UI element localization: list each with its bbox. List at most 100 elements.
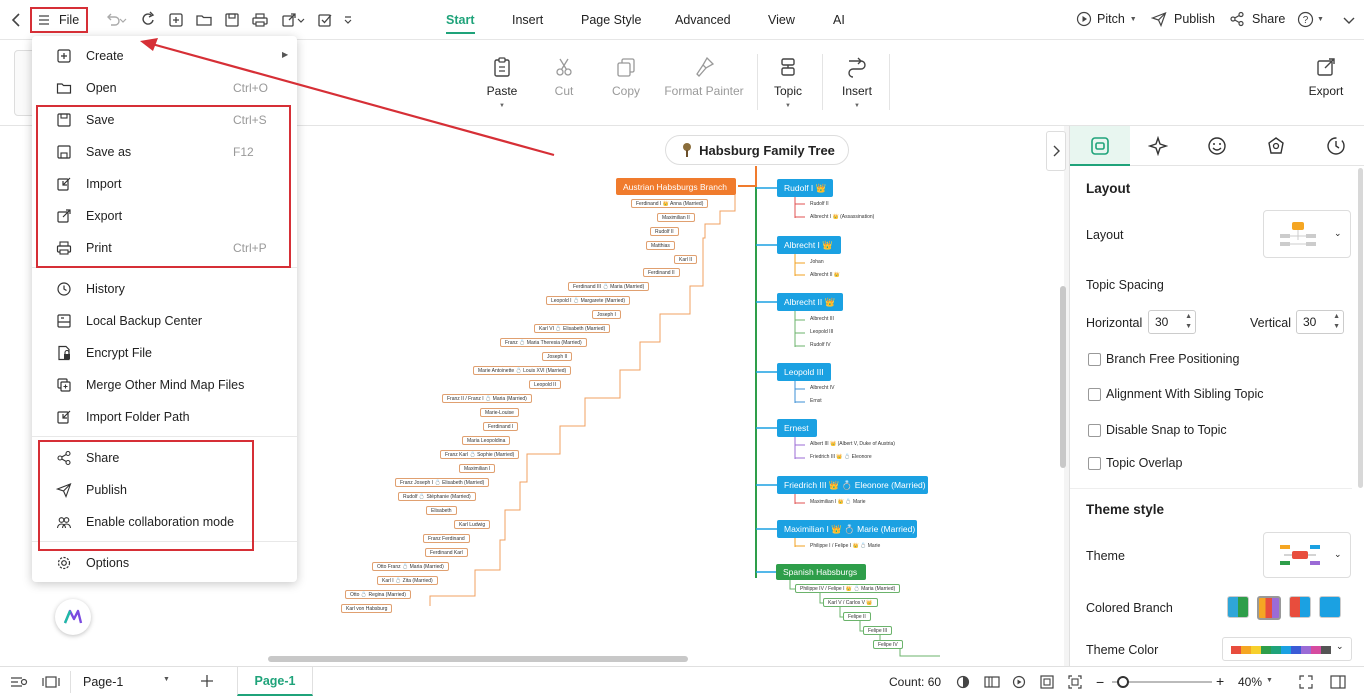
- left-leaf[interactable]: Karl VI 💍 Elisabeth (Married): [534, 324, 611, 333]
- help-button[interactable]: ? ▼: [1297, 11, 1324, 28]
- left-leaf[interactable]: Maria Leopoldina: [462, 436, 511, 445]
- menu-item-local-backup-center[interactable]: Local Backup Center: [32, 307, 297, 335]
- leaf-rudolf-iv[interactable]: Rudolf IV: [810, 342, 831, 348]
- export-icon[interactable]: [280, 11, 298, 29]
- pitch-button[interactable]: Pitch ▼: [1076, 11, 1137, 27]
- zoom-out-icon[interactable]: −: [1096, 674, 1104, 690]
- collapse-panel-icon[interactable]: [1330, 675, 1346, 689]
- horizontal-spacing-input[interactable]: 30 ▲ ▼: [1148, 310, 1196, 334]
- insert-dropdown-icon[interactable]: ▼: [840, 103, 874, 109]
- tab-start[interactable]: Start: [446, 13, 474, 27]
- colored-branch-option-2[interactable]: [1257, 596, 1281, 620]
- menu-item-open[interactable]: Open Ctrl+O: [32, 74, 297, 102]
- left-leaf[interactable]: Rudolf 💍 Stéphanie (Married): [398, 492, 476, 501]
- left-leaf[interactable]: Rudolf II: [650, 227, 679, 236]
- leaf-albrecht-ii[interactable]: Albrecht II 👑: [810, 272, 840, 278]
- print-icon[interactable]: [251, 11, 269, 29]
- leaf-karl-v[interactable]: Karl V / Carlos V 👑: [823, 598, 878, 607]
- left-leaf[interactable]: Ferdinand III 💍 Maria (Married): [568, 282, 650, 291]
- left-leaf[interactable]: Leopold II: [529, 380, 561, 389]
- left-leaf[interactable]: Franz Joseph I 💍 Elisabeth (Married): [395, 478, 490, 487]
- expand-panel-button[interactable]: [1046, 131, 1066, 171]
- zoom-caret-icon[interactable]: ▼: [1266, 677, 1273, 684]
- menu-item-options[interactable]: Options: [32, 549, 297, 577]
- left-leaf[interactable]: Ferdinand I: [483, 422, 519, 431]
- theme-selector[interactable]: ⌄: [1263, 532, 1351, 578]
- left-leaf[interactable]: Otto 💍 Regina (Married): [345, 590, 411, 599]
- menu-item-history[interactable]: History: [32, 275, 297, 303]
- menu-item-merge-mind-map-files[interactable]: Merge Other Mind Map Files: [32, 371, 297, 399]
- cut-button[interactable]: Cut: [550, 56, 578, 98]
- share-button[interactable]: Share: [1229, 11, 1285, 27]
- tab-ai[interactable]: AI: [833, 13, 845, 27]
- leaf-albrecht-i[interactable]: Albrecht I 👑 (Assassination): [810, 214, 874, 220]
- colored-branch-option-1[interactable]: [1227, 596, 1249, 618]
- left-leaf[interactable]: Franz Karl 💍 Sophie (Married): [440, 450, 520, 459]
- ai-assistant-logo[interactable]: [55, 599, 91, 635]
- topic-dropdown-icon[interactable]: ▼: [771, 103, 805, 109]
- left-leaf[interactable]: Otto Franz 💍 Maria (Married): [372, 562, 449, 571]
- publish-button[interactable]: Publish: [1151, 11, 1215, 27]
- back-chevron-icon[interactable]: [8, 11, 26, 29]
- colored-branch-option-3[interactable]: [1289, 596, 1311, 618]
- paste-button[interactable]: Paste ▼: [484, 56, 520, 109]
- leaf-albrecht-iii[interactable]: Albrecht III: [810, 316, 834, 322]
- checkbox-alignment[interactable]: [1088, 388, 1101, 401]
- leaf-friedrich-iii[interactable]: Friedrich III 👑 💍 Eleonore: [810, 454, 872, 460]
- left-leaf[interactable]: Karl Ludwig: [454, 520, 491, 529]
- left-leaf[interactable]: Marie-Louise: [480, 408, 519, 417]
- checklist-icon[interactable]: [316, 11, 334, 29]
- left-leaf[interactable]: Karl I 💍 Zita (Married): [377, 576, 438, 585]
- leaf-albert-iii[interactable]: Albert III 👑 (Albert V, Duke of Austria): [810, 441, 895, 447]
- book-icon[interactable]: [984, 675, 1000, 689]
- leaf-philippe-i[interactable]: Philippe I / Felipe I 👑 💍 Marie: [810, 543, 880, 549]
- open-folder-icon[interactable]: [195, 11, 213, 29]
- checkbox-disable-snap[interactable]: [1088, 424, 1101, 437]
- branch-albrecht-ii[interactable]: Albrecht II 👑: [777, 293, 843, 311]
- leaf-ernst[interactable]: Ernst: [810, 398, 822, 404]
- format-painter-button[interactable]: Format Painter: [664, 56, 744, 98]
- page-list-icon[interactable]: [10, 675, 28, 689]
- more-dropdown-icon[interactable]: [343, 11, 353, 29]
- left-leaf[interactable]: Franz Ferdinand: [423, 534, 470, 543]
- vertical-scrollbar[interactable]: [1060, 286, 1066, 468]
- sticker-icon[interactable]: [1207, 136, 1227, 156]
- left-leaf[interactable]: Ferdinand I 👑 Anna (Married): [631, 199, 709, 208]
- checkbox-branch-free[interactable]: [1088, 353, 1101, 366]
- paste-dropdown-icon[interactable]: ▼: [484, 103, 520, 109]
- branch-leopold-iii[interactable]: Leopold III: [777, 363, 831, 381]
- save-icon[interactable]: [223, 11, 241, 29]
- menu-item-create[interactable]: Create ▶: [32, 42, 297, 70]
- tab-page-style[interactable]: Page Style: [581, 13, 641, 27]
- menu-item-encrypt-file[interactable]: Encrypt File: [32, 339, 297, 367]
- tab-insert[interactable]: Insert: [512, 13, 543, 27]
- copy-button[interactable]: Copy: [610, 56, 642, 98]
- leaf-johan[interactable]: Johan: [810, 259, 824, 265]
- left-leaf[interactable]: Joseph II: [542, 352, 573, 361]
- add-page-icon[interactable]: [200, 674, 214, 688]
- stepper-icon[interactable]: ▲ ▼: [1333, 312, 1340, 332]
- export-ribbon-button[interactable]: Export: [1306, 56, 1346, 98]
- topic-button[interactable]: Topic ▼: [771, 56, 805, 109]
- leaf-felipe-ii[interactable]: Felipe II: [843, 612, 871, 621]
- root-topic[interactable]: Habsburg Family Tree: [665, 135, 849, 165]
- tab-advanced[interactable]: Advanced: [675, 13, 731, 27]
- insert-button[interactable]: Insert ▼: [840, 56, 874, 109]
- leaf-felipe-iii[interactable]: Felipe III: [863, 626, 893, 635]
- left-leaf[interactable]: Franz II / Franz I 💍 Maria (Married): [442, 394, 532, 403]
- left-leaf[interactable]: Ferdinand Karl: [425, 548, 468, 557]
- history-clock-icon[interactable]: [1326, 136, 1346, 156]
- left-leaf[interactable]: Maximilian I: [459, 464, 496, 473]
- vertical-spacing-input[interactable]: 30 ▲ ▼: [1296, 310, 1344, 334]
- leaf-rudolf-ii[interactable]: Rudolf II: [810, 201, 829, 207]
- zoom-in-icon[interactable]: +: [1216, 673, 1224, 689]
- left-leaf[interactable]: Matthias: [646, 241, 675, 250]
- left-leaf[interactable]: Marie Antoinette 💍 Louis XVI (Married): [473, 366, 572, 375]
- left-leaf[interactable]: Ferdinand II: [643, 268, 680, 277]
- theme-mode-icon[interactable]: [956, 675, 970, 689]
- page-tab-active[interactable]: Page-1: [237, 667, 313, 696]
- fullscreen-icon[interactable]: [1299, 675, 1313, 689]
- branch-albrecht-i[interactable]: Albrecht I 👑: [777, 236, 841, 254]
- redo-icon[interactable]: [140, 11, 158, 29]
- left-leaf[interactable]: Leopold I 💍 Margarete (Married): [546, 296, 631, 305]
